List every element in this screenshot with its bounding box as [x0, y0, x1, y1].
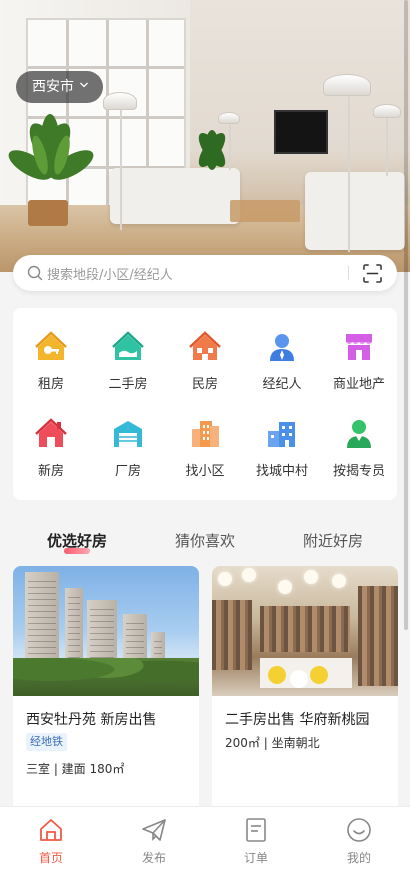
listing-title: 二手房出售 华府新桃园 — [225, 712, 370, 728]
village-icon — [268, 422, 295, 447]
residence-house-icon — [189, 331, 221, 360]
tab-label: 优选好房 — [47, 532, 108, 550]
hero-lamp-shade — [373, 104, 401, 118]
tab-nearby[interactable]: 附近好房 — [303, 530, 363, 551]
search-bar[interactable]: 搜索地段/小区/经纪人 — [13, 255, 397, 291]
community-icon — [192, 421, 219, 447]
agent-icon — [270, 334, 294, 361]
hero-plant-pot — [28, 200, 68, 226]
listing-title: 西安牡丹苑 新房出售 — [26, 712, 157, 728]
tab-featured[interactable]: 优选好房 — [47, 530, 108, 554]
category-commercial[interactable]: 商业地产 — [321, 308, 397, 392]
tabbar-home[interactable]: 首页 — [16, 817, 86, 866]
tabbar-label: 发布 — [141, 851, 166, 865]
order-icon — [246, 818, 266, 842]
tab-label: 附近好房 — [303, 532, 364, 550]
hero-lamp-shade — [103, 92, 137, 110]
category-second-hand[interactable]: 二手房 — [90, 308, 166, 392]
category-mortgage[interactable]: 按揭专员 — [321, 395, 397, 479]
hero-lamp — [120, 108, 122, 230]
second-hand-house-icon — [112, 331, 144, 360]
hero-tv — [274, 110, 328, 154]
category-factory[interactable]: 厂房 — [90, 395, 166, 479]
publish-icon — [142, 819, 166, 841]
listing-tabs: 优选好房 猜你喜欢 附近好房 — [0, 522, 410, 558]
new-house-icon — [35, 418, 67, 447]
scan-icon[interactable] — [363, 264, 382, 283]
hero-banner: 西安市 — [0, 0, 410, 272]
category-label: 民房 — [191, 377, 218, 392]
bottom-tab-bar: 首页 发布 订单 我的 — [0, 806, 410, 887]
tabbar-order[interactable]: 订单 — [221, 817, 291, 866]
listing-photo — [13, 566, 199, 696]
profile-icon — [347, 818, 371, 842]
search-divider — [348, 266, 349, 280]
search-icon — [27, 265, 43, 281]
category-label: 找小区 — [185, 464, 225, 479]
city-selector[interactable]: 西安市 — [16, 71, 103, 103]
hero-lamp — [229, 122, 231, 170]
mortgage-agent-icon — [347, 420, 371, 448]
shop-icon — [346, 334, 372, 360]
listing-tag: 经地铁 — [26, 733, 67, 751]
category-agent[interactable]: 经纪人 — [244, 308, 320, 392]
factory-icon — [114, 421, 142, 447]
hero-plant — [8, 114, 94, 180]
category-new-house[interactable]: 新房 — [13, 395, 89, 479]
hero-lamp-shade — [323, 74, 371, 96]
category-label: 二手房 — [108, 377, 148, 392]
hero-lamp — [348, 92, 350, 252]
hero-armchair — [305, 172, 405, 250]
home-icon — [40, 819, 62, 841]
tabbar-label: 我的 — [346, 851, 371, 865]
chevron-down-icon — [80, 82, 88, 88]
tabbar-label: 首页 — [38, 851, 63, 865]
listing-meta: 三室 | 建面 180㎡ — [26, 762, 125, 776]
category-village[interactable]: 找城中村 — [244, 395, 320, 479]
listing-photo — [212, 566, 398, 696]
tab-recommended[interactable]: 猜你喜欢 — [175, 530, 235, 551]
search-input[interactable]: 搜索地段/小区/经纪人 — [47, 264, 173, 283]
listing-card[interactable]: 西安牡丹苑 新房出售 经地铁 三室 | 建面 180㎡ — [13, 566, 199, 811]
category-label: 经纪人 — [262, 377, 302, 392]
hero-lamp-shade — [218, 112, 240, 124]
tabbar-label: 订单 — [243, 851, 268, 865]
category-label: 商业地产 — [332, 377, 385, 392]
listing-card[interactable]: 二手房出售 华府新桃园 200㎡ | 坐南朝北 — [212, 566, 398, 811]
category-label: 厂房 — [114, 464, 141, 479]
category-grid: 租房 二手房 民房 经纪人 商业地产 新房 厂房 找小区 找城中村 按揭专员 — [13, 308, 397, 500]
category-label: 找城中村 — [255, 464, 308, 479]
tabbar-profile[interactable]: 我的 — [324, 817, 394, 866]
tabbar-publish[interactable]: 发布 — [119, 817, 189, 866]
category-label: 按揭专员 — [332, 464, 385, 479]
hero-plant-small — [198, 130, 226, 170]
category-label: 新房 — [37, 464, 64, 479]
city-name: 西安市 — [32, 79, 74, 95]
tab-label: 猜你喜欢 — [175, 532, 236, 550]
listing-meta: 200㎡ | 坐南朝北 — [225, 736, 320, 750]
category-rent[interactable]: 租房 — [13, 308, 89, 392]
hero-table — [230, 200, 300, 222]
category-residence[interactable]: 民房 — [167, 308, 243, 392]
rent-house-icon — [35, 331, 67, 360]
category-community[interactable]: 找小区 — [167, 395, 243, 479]
category-label: 租房 — [37, 377, 64, 392]
hero-lamp — [386, 116, 388, 176]
